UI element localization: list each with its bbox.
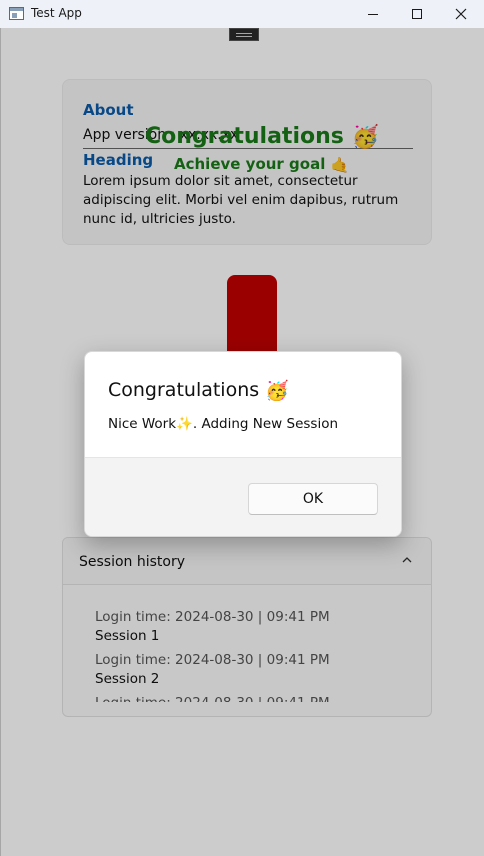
ok-button[interactable]: OK bbox=[248, 483, 378, 515]
close-icon bbox=[455, 8, 467, 20]
party-face-icon: 🥳 bbox=[265, 380, 289, 402]
dialog-footer: OK bbox=[85, 457, 401, 536]
maximize-button[interactable] bbox=[394, 0, 440, 28]
congratulations-dialog: Congratulations 🥳 Nice Work✨. Adding New… bbox=[84, 351, 402, 537]
dialog-title-text: Congratulations bbox=[108, 379, 260, 401]
minimize-button[interactable] bbox=[350, 0, 396, 28]
maximize-icon bbox=[412, 9, 422, 19]
window-title: Test App bbox=[31, 6, 82, 20]
minimize-icon bbox=[368, 13, 378, 15]
message-prefix: Nice Work bbox=[108, 416, 177, 432]
dialog-message: Nice Work✨. Adding New Session bbox=[108, 416, 338, 432]
title-bar[interactable]: Test App bbox=[0, 0, 484, 28]
close-button[interactable] bbox=[438, 0, 484, 28]
app-window-icon bbox=[9, 7, 24, 20]
sparkles-icon: ✨ bbox=[176, 416, 193, 432]
message-suffix: . Adding New Session bbox=[192, 416, 339, 432]
dialog-title: Congratulations 🥳 bbox=[108, 379, 289, 402]
